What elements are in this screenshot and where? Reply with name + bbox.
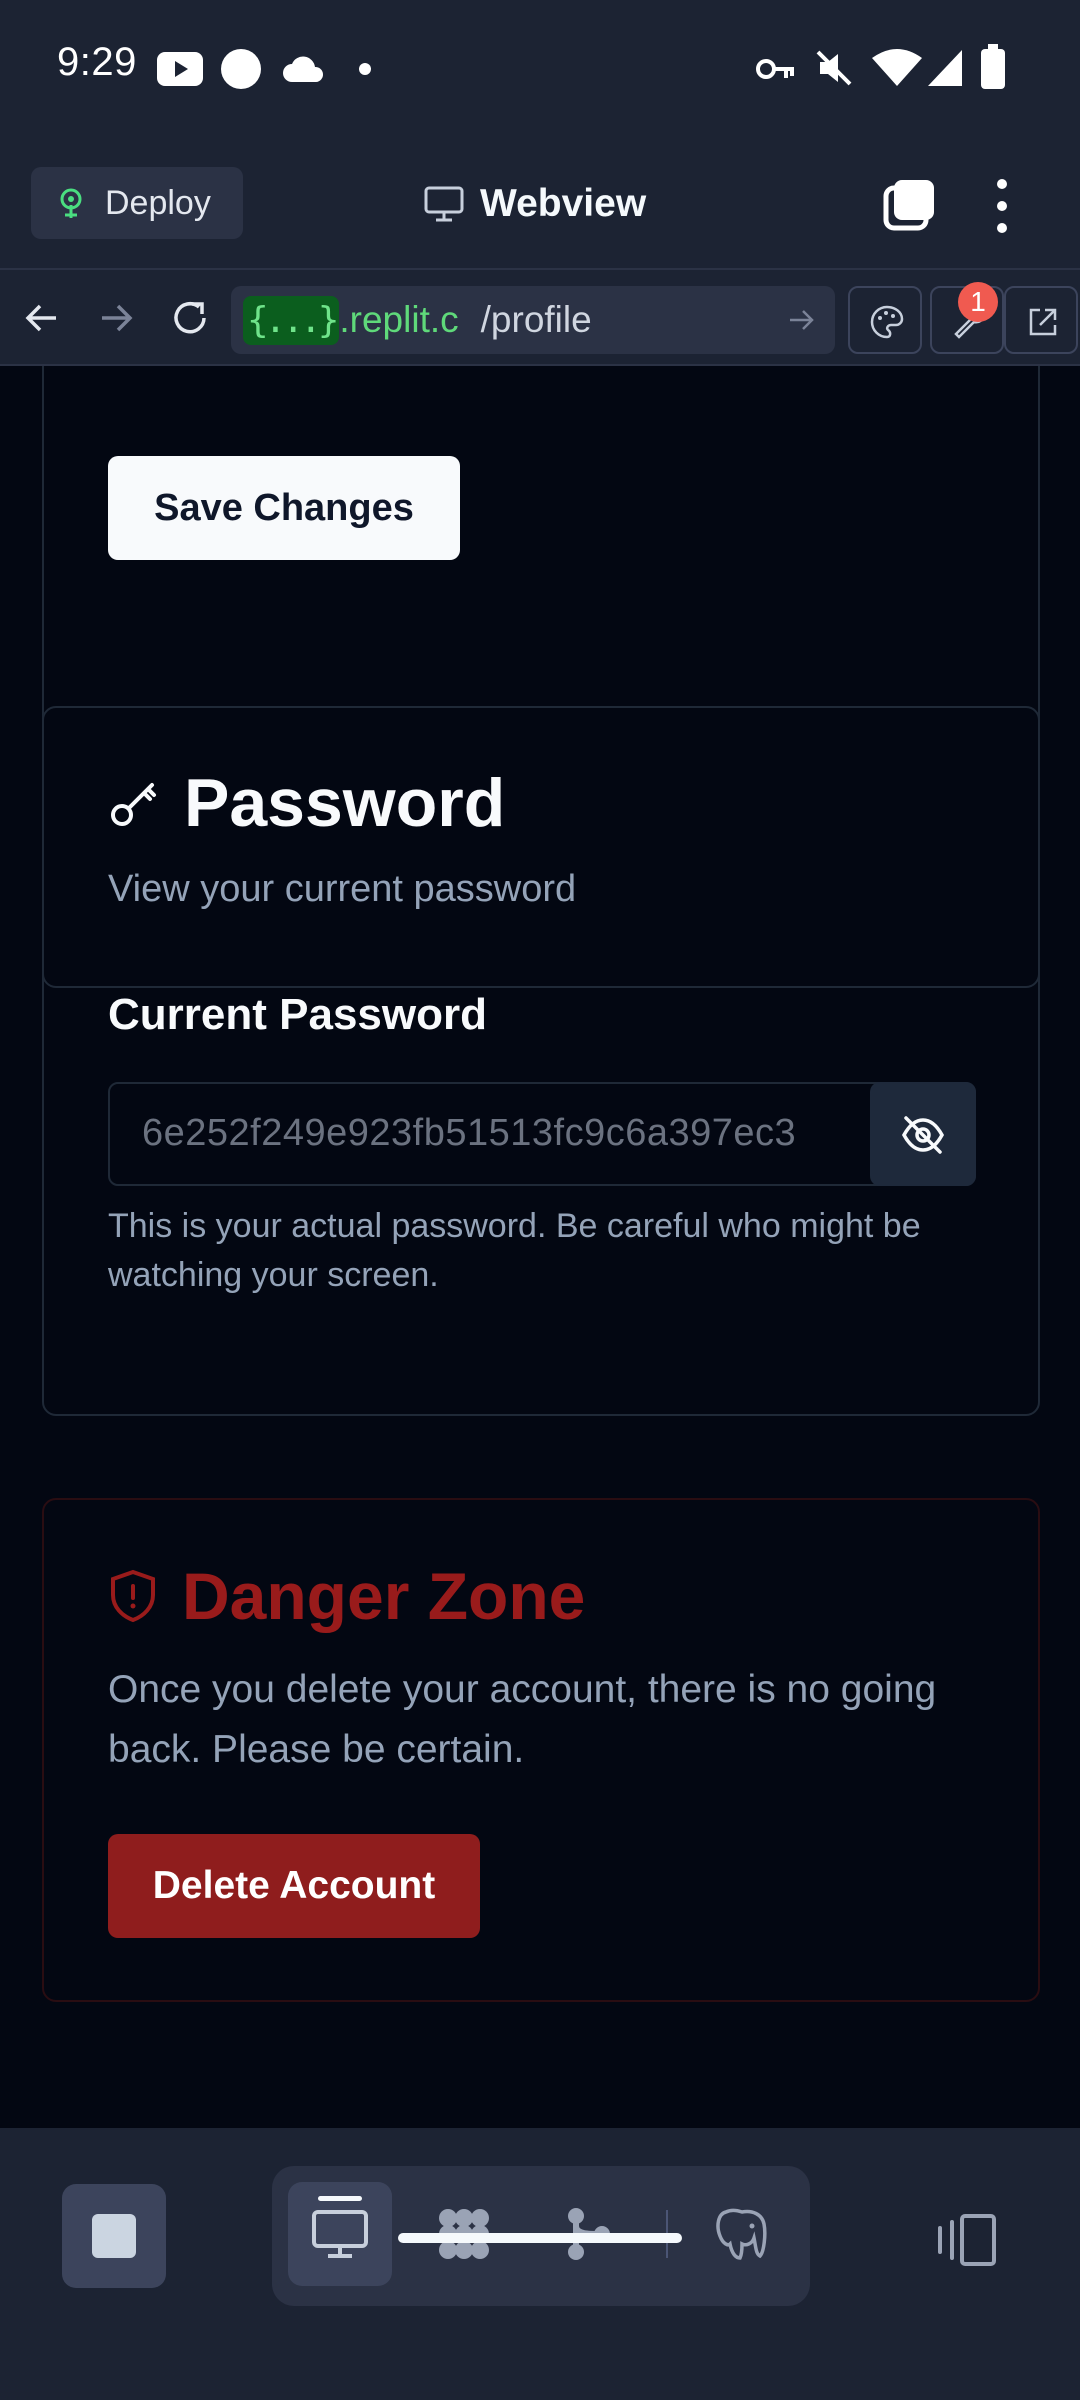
webview-title: Webview [424, 176, 646, 232]
theme-button[interactable] [848, 286, 922, 354]
key-icon [111, 783, 156, 826]
back-icon[interactable] [20, 296, 64, 340]
password-title-text: Password [184, 765, 506, 841]
danger-zone-title: Danger Zone [108, 1558, 585, 1634]
deploy-label: Deploy [105, 183, 211, 222]
tool-database[interactable] [690, 2182, 794, 2286]
bottom-toolbar [0, 2128, 1080, 2400]
youtube-icon [157, 52, 203, 86]
eye-off-icon [902, 1116, 944, 1154]
url-path: /profile [480, 299, 592, 340]
home-gesture-bar[interactable] [398, 2233, 682, 2243]
webview-title-label: Webview [480, 182, 647, 225]
panel-layout-icon[interactable] [934, 2212, 998, 2268]
deploy-button[interactable]: Deploy [31, 167, 243, 239]
shield-alert-icon [111, 1569, 155, 1623]
current-password-label: Current Password [108, 990, 487, 1039]
status-time: 9:29 [57, 40, 137, 84]
deploy-icon [60, 188, 82, 218]
url-bar: {...} .replit.c /profile [0, 268, 1080, 366]
signal-icon [928, 50, 962, 86]
url-host-prefix: {...} [243, 295, 339, 345]
delete-account-button[interactable]: Delete Account [108, 1834, 480, 1938]
password-hint: This is your actual password. Be careful… [108, 1207, 921, 1294]
url-host: .replit.c [339, 299, 459, 340]
reload-icon[interactable] [168, 296, 212, 340]
external-link-icon [1029, 308, 1057, 336]
danger-zone-description: Once you delete your account, there is n… [108, 1668, 937, 1771]
palette-icon [870, 305, 904, 339]
url-input[interactable]: {...} .replit.c /profile [231, 286, 835, 354]
stop-button[interactable] [62, 2184, 166, 2288]
current-password-value: 6e252f249e923fb51513fc9c6a397ec3 [142, 1112, 797, 1154]
wifi-icon [872, 49, 922, 86]
dot-icon [359, 63, 371, 75]
password-title: Password [108, 764, 505, 842]
toggle-password-visibility-button[interactable] [870, 1082, 976, 1186]
forward-icon[interactable] [94, 296, 138, 340]
webview-content: Save Changes Password View your current … [0, 366, 1080, 2128]
monitor-icon [312, 2210, 368, 2258]
status-bar: 9:29 [0, 0, 1080, 136]
stop-icon [92, 2214, 136, 2258]
circle-icon [221, 49, 261, 89]
screen: 9:29 Deploy Webview {...} .replit.c /pro… [0, 0, 1080, 2400]
save-changes-button[interactable]: Save Changes [108, 456, 460, 560]
current-password-field[interactable]: 6e252f249e923fb51513fc9c6a397ec3 [108, 1082, 976, 1186]
cloud-icon [283, 56, 324, 82]
password-subtitle: View your current password [108, 868, 577, 910]
mute-icon [816, 50, 852, 86]
monitor-icon [424, 186, 464, 222]
key-icon [756, 59, 794, 79]
danger-zone-title-text: Danger Zone [182, 1559, 586, 1633]
app-header: Deploy Webview [0, 136, 1080, 268]
postgres-elephant-icon [716, 2208, 767, 2260]
devtools-badge: 1 [958, 282, 998, 322]
active-tool-indicator [318, 2196, 362, 2201]
password-card: Password View your current password Curr… [42, 706, 1040, 1416]
open-external-button[interactable] [1004, 286, 1078, 354]
tabs-icon[interactable] [882, 176, 938, 232]
more-options-icon[interactable] [984, 176, 1020, 236]
danger-zone-card: Danger Zone Once you delete your account… [42, 1498, 1040, 2002]
battery-icon [981, 44, 1005, 89]
go-arrow-icon[interactable] [787, 306, 815, 334]
